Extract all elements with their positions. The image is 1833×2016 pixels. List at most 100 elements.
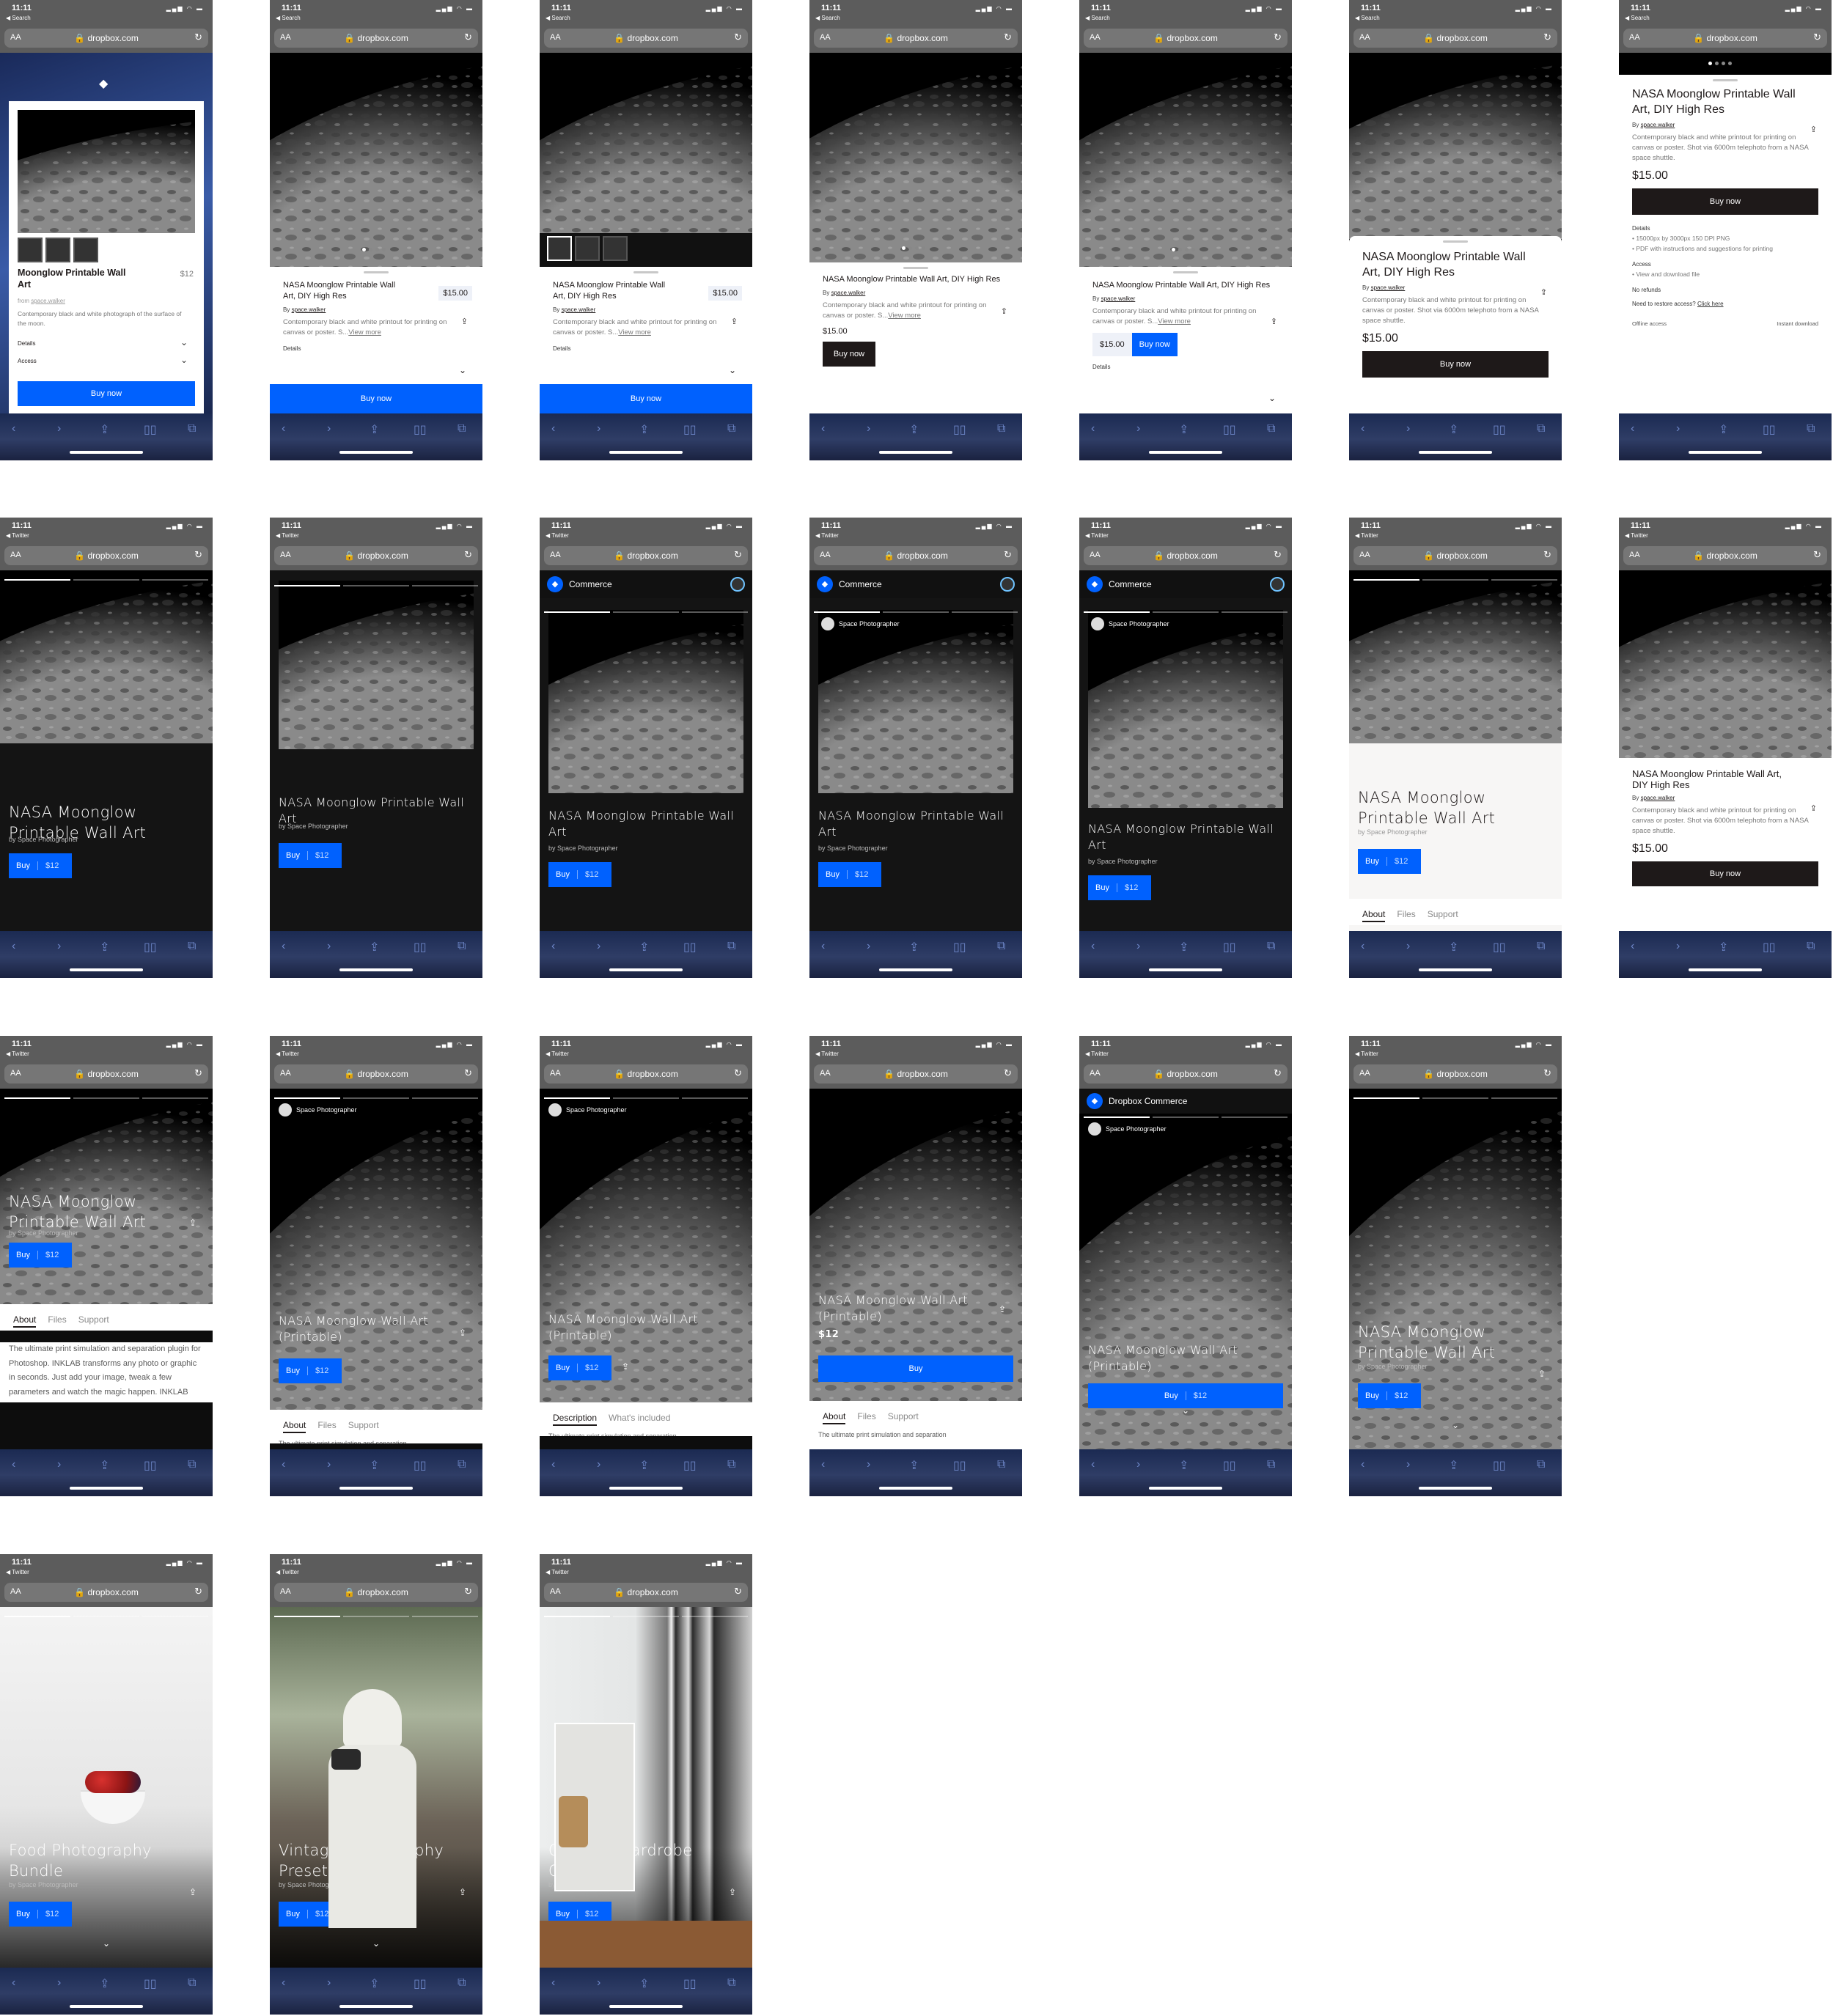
share-icon[interactable]: ⇪ (639, 1976, 649, 1991)
url-bar[interactable]: AA 🔒 dropbox.com ↻ (809, 25, 1022, 53)
url-pill[interactable]: AA 🔒 dropbox.com ↻ (544, 1583, 748, 1602)
chevron-down-icon[interactable]: ⌄ (729, 365, 736, 375)
back-to-app-link[interactable]: ◀ Twitter (1625, 532, 1648, 539)
back-arrow-icon[interactable]: ‹ (282, 940, 285, 953)
details-toggle[interactable]: Details (540, 338, 752, 352)
forward-arrow-icon[interactable]: › (1406, 1458, 1410, 1471)
tab-item[interactable]: Support (348, 1420, 379, 1436)
back-to-app-link[interactable]: ◀ Twitter (815, 1051, 839, 1057)
account-avatar[interactable] (1000, 577, 1015, 592)
back-arrow-icon[interactable]: ‹ (1631, 940, 1634, 953)
tab-item[interactable]: Support (78, 1314, 109, 1331)
forward-arrow-icon[interactable]: › (1406, 422, 1410, 435)
tabs-icon[interactable]: ⧉ (997, 1458, 1005, 1471)
tab-item[interactable]: Description (553, 1413, 598, 1426)
back-to-app-link[interactable]: ◀ Search (546, 15, 570, 21)
bookmarks-icon[interactable]: ▯▯ (683, 422, 697, 437)
share-icon[interactable]: ⇪ (1719, 422, 1728, 437)
back-arrow-icon[interactable]: ‹ (1361, 422, 1364, 435)
share-icon[interactable]: ⇪ (639, 1458, 649, 1473)
back-to-app-link[interactable]: ◀ Search (276, 15, 301, 21)
view-more-link[interactable]: View more (1158, 317, 1191, 325)
back-to-app-link[interactable]: ◀ Twitter (815, 532, 839, 539)
back-arrow-icon[interactable]: ‹ (821, 940, 825, 953)
back-arrow-icon[interactable]: ‹ (551, 940, 555, 953)
bookmarks-icon[interactable]: ▯▯ (414, 940, 427, 954)
back-arrow-icon[interactable]: ‹ (1091, 1458, 1095, 1471)
url-text[interactable]: 🔒 dropbox.com (274, 1587, 478, 1597)
back-to-app-link[interactable]: ◀ Twitter (546, 1051, 569, 1057)
chevron-down-icon[interactable]: ⌄ (103, 1938, 110, 1949)
url-bar[interactable]: AA 🔒 dropbox.com ↻ (270, 25, 482, 53)
back-arrow-icon[interactable]: ‹ (1361, 1458, 1364, 1471)
thumbnail[interactable] (547, 236, 572, 261)
back-to-app-link[interactable]: ◀ Twitter (6, 1569, 29, 1575)
restore-link[interactable]: Click here (1697, 301, 1724, 307)
tab-item[interactable]: Files (857, 1411, 875, 1427)
buy-button[interactable]: Buy $12 (548, 862, 611, 887)
back-to-app-link[interactable]: ◀ Twitter (6, 1051, 29, 1057)
reload-icon[interactable]: ↻ (1543, 32, 1551, 43)
tabs-icon[interactable]: ⧉ (727, 1458, 735, 1471)
author-link[interactable]: space.walker (1371, 284, 1406, 291)
share-icon[interactable]: ⇪ (459, 1328, 466, 1338)
url-bar[interactable]: AA 🔒 dropbox.com ↻ (809, 542, 1022, 570)
url-text[interactable]: 🔒 dropbox.com (1353, 33, 1557, 43)
url-bar[interactable]: AA 🔒 dropbox.com ↻ (540, 1061, 752, 1089)
tabs-icon[interactable]: ⧉ (727, 940, 735, 953)
share-icon[interactable]: ⇪ (1179, 422, 1189, 437)
bookmarks-icon[interactable]: ▯▯ (1493, 940, 1506, 954)
share-icon[interactable]: ⇪ (1538, 1369, 1546, 1379)
url-bar[interactable]: AA 🔒 dropbox.com ↻ (1079, 25, 1292, 53)
buy-button[interactable]: Buy $12 (9, 1902, 72, 1927)
tab-item[interactable]: Files (48, 1314, 66, 1331)
url-bar[interactable]: AA 🔒 dropbox.com ↻ (270, 542, 482, 570)
tab-item[interactable]: Support (1428, 909, 1458, 925)
bookmarks-icon[interactable]: ▯▯ (1223, 1458, 1236, 1473)
bookmarks-icon[interactable]: ▯▯ (683, 1976, 697, 1991)
url-text[interactable]: 🔒 dropbox.com (1623, 551, 1827, 561)
url-bar[interactable]: AA 🔒 dropbox.com ↻ (1349, 542, 1562, 570)
url-bar[interactable]: AA 🔒 dropbox.com ↻ (540, 542, 752, 570)
back-arrow-icon[interactable]: ‹ (551, 422, 555, 435)
forward-arrow-icon[interactable]: › (1676, 422, 1680, 435)
reload-icon[interactable]: ↻ (1274, 549, 1282, 561)
bookmarks-icon[interactable]: ▯▯ (414, 422, 427, 437)
reload-icon[interactable]: ↻ (1004, 32, 1012, 43)
tabs-icon[interactable]: ⧉ (997, 422, 1005, 435)
sheet-handle[interactable] (903, 267, 928, 269)
back-to-app-link[interactable]: ◀ Twitter (276, 532, 299, 539)
back-to-app-link[interactable]: ◀ Search (1085, 15, 1110, 21)
account-avatar[interactable] (1270, 577, 1285, 592)
bookmarks-icon[interactable]: ▯▯ (1493, 422, 1506, 437)
forward-arrow-icon[interactable]: › (597, 940, 600, 953)
url-bar[interactable]: AA 🔒 dropbox.com ↻ (540, 25, 752, 53)
back-to-app-link[interactable]: ◀ Twitter (276, 1569, 299, 1575)
share-icon[interactable]: ⇪ (639, 422, 649, 437)
tabs-icon[interactable]: ⧉ (1537, 422, 1545, 435)
tabs-icon[interactable]: ⧉ (1807, 422, 1815, 435)
url-text[interactable]: 🔒 dropbox.com (4, 1069, 208, 1079)
share-icon[interactable]: ⇪ (1179, 1458, 1189, 1473)
url-text[interactable]: 🔒 dropbox.com (274, 1069, 478, 1079)
url-text[interactable]: 🔒 dropbox.com (544, 1069, 748, 1079)
url-pill[interactable]: AA 🔒 dropbox.com ↻ (274, 546, 478, 565)
share-icon[interactable]: ⇪ (731, 317, 738, 326)
buy-full-button[interactable]: Buy (818, 1355, 1013, 1382)
forward-arrow-icon[interactable]: › (327, 940, 331, 953)
author-link[interactable]: space.walker (1641, 122, 1675, 128)
buy-now-button[interactable]: Buy now (1362, 351, 1549, 378)
details-toggle[interactable]: Details (270, 338, 482, 352)
reload-icon[interactable]: ↻ (194, 549, 202, 561)
url-bar[interactable]: AA 🔒 dropbox.com ↻ (270, 1579, 482, 1607)
url-text[interactable]: 🔒 dropbox.com (1084, 33, 1287, 43)
tab-item[interactable]: About (823, 1411, 846, 1424)
forward-arrow-icon[interactable]: › (867, 422, 870, 435)
share-icon[interactable]: ⇪ (1449, 422, 1458, 437)
forward-arrow-icon[interactable]: › (1136, 422, 1140, 435)
sheet-handle[interactable] (1713, 79, 1738, 81)
url-pill[interactable]: AA 🔒 dropbox.com ↻ (544, 546, 748, 565)
thumbnail[interactable] (18, 238, 43, 262)
author-chip[interactable]: Space Photographer (548, 1103, 627, 1116)
share-icon[interactable]: ⇪ (370, 422, 379, 437)
